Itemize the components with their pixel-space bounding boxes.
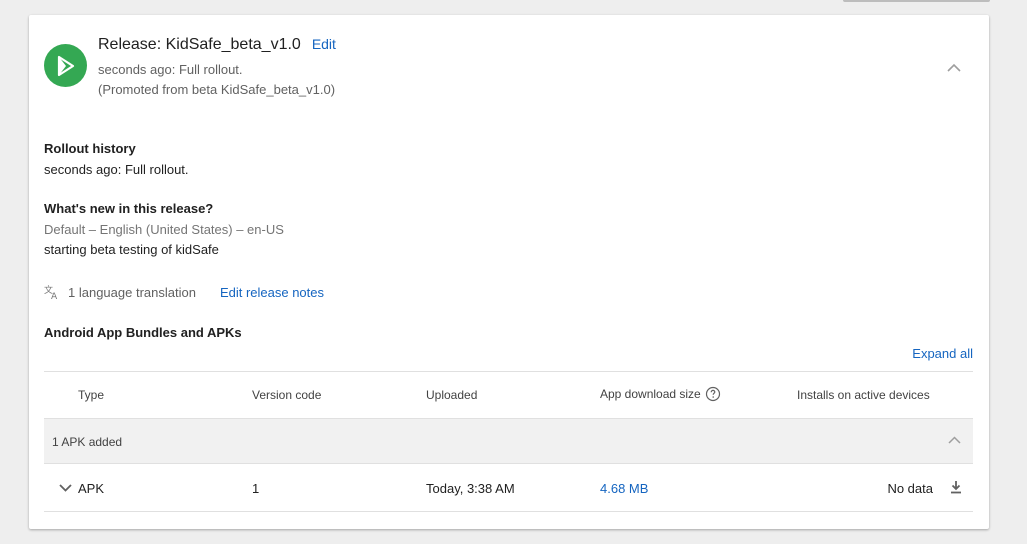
whats-new-heading: What's new in this release?	[44, 201, 214, 216]
edit-release-link[interactable]: Edit	[312, 36, 336, 52]
edit-release-notes-link[interactable]: Edit release notes	[220, 285, 324, 300]
release-status: seconds ago: Full rollout.	[98, 62, 243, 77]
collapse-group-button[interactable]	[945, 431, 963, 449]
release-title-row: Release: KidSafe_beta_v1.0 Edit	[98, 36, 336, 54]
bundles-table: Type Version code Uploaded App download …	[44, 371, 973, 512]
cell-version-code: 1	[252, 481, 260, 496]
release-promoted-from: (Promoted from beta KidSafe_beta_v1.0)	[98, 82, 336, 97]
apk-group-label: 1 APK added	[52, 435, 123, 449]
release-header: Release: KidSafe_beta_v1.0 Edit seconds …	[29, 15, 989, 115]
help-circle-icon[interactable]	[705, 386, 721, 402]
release-notes-locale: Default – English (United States) – en-U…	[44, 222, 284, 237]
table-header: Type Version code Uploaded App download …	[44, 371, 973, 419]
cell-type: APK	[78, 481, 105, 496]
release-notes-text: starting beta testing of kidSafe	[44, 242, 219, 257]
release-card: Release: KidSafe_beta_v1.0 Edit seconds …	[29, 15, 989, 529]
rollout-history-heading: Rollout history	[44, 141, 136, 156]
bundles-heading: Android App Bundles and APKs	[44, 325, 242, 340]
expand-row-button[interactable]	[56, 479, 74, 497]
column-header-download-size-label: App download size	[600, 387, 701, 401]
table-row[interactable]: APK 1 Today, 3:38 AM 4.68 MB No data	[44, 464, 973, 512]
column-header-version-code: Version code	[252, 388, 322, 402]
chevron-up-icon	[947, 63, 961, 72]
play-console-logo-icon	[44, 44, 87, 87]
column-header-download-size: App download size	[600, 386, 721, 402]
translation-count: 1 language translation	[68, 284, 196, 300]
cell-installs: No data	[887, 481, 933, 496]
top-tab-edge	[843, 0, 990, 2]
apk-group-row[interactable]: 1 APK added	[44, 419, 973, 464]
column-header-uploaded: Uploaded	[426, 388, 478, 402]
chevron-up-icon	[947, 436, 961, 444]
column-header-type: Type	[78, 388, 105, 402]
rollout-history-entry: seconds ago: Full rollout.	[44, 162, 189, 177]
svg-text:A: A	[51, 292, 58, 300]
cell-uploaded: Today, 3:38 AM	[426, 481, 515, 496]
download-icon	[951, 481, 961, 494]
cell-download-size-link[interactable]: 4.68 MB	[600, 481, 648, 496]
column-header-installs: Installs on active devices	[797, 388, 930, 402]
collapse-release-button[interactable]	[944, 57, 964, 77]
expand-all-link[interactable]: Expand all	[912, 346, 973, 361]
download-button[interactable]	[947, 478, 965, 496]
translation-row: 文 A 1 language translation Edit release …	[44, 284, 324, 300]
release-title: Release: KidSafe_beta_v1.0	[98, 36, 301, 53]
translate-icon: 文 A	[44, 284, 60, 300]
chevron-down-icon	[58, 484, 72, 492]
